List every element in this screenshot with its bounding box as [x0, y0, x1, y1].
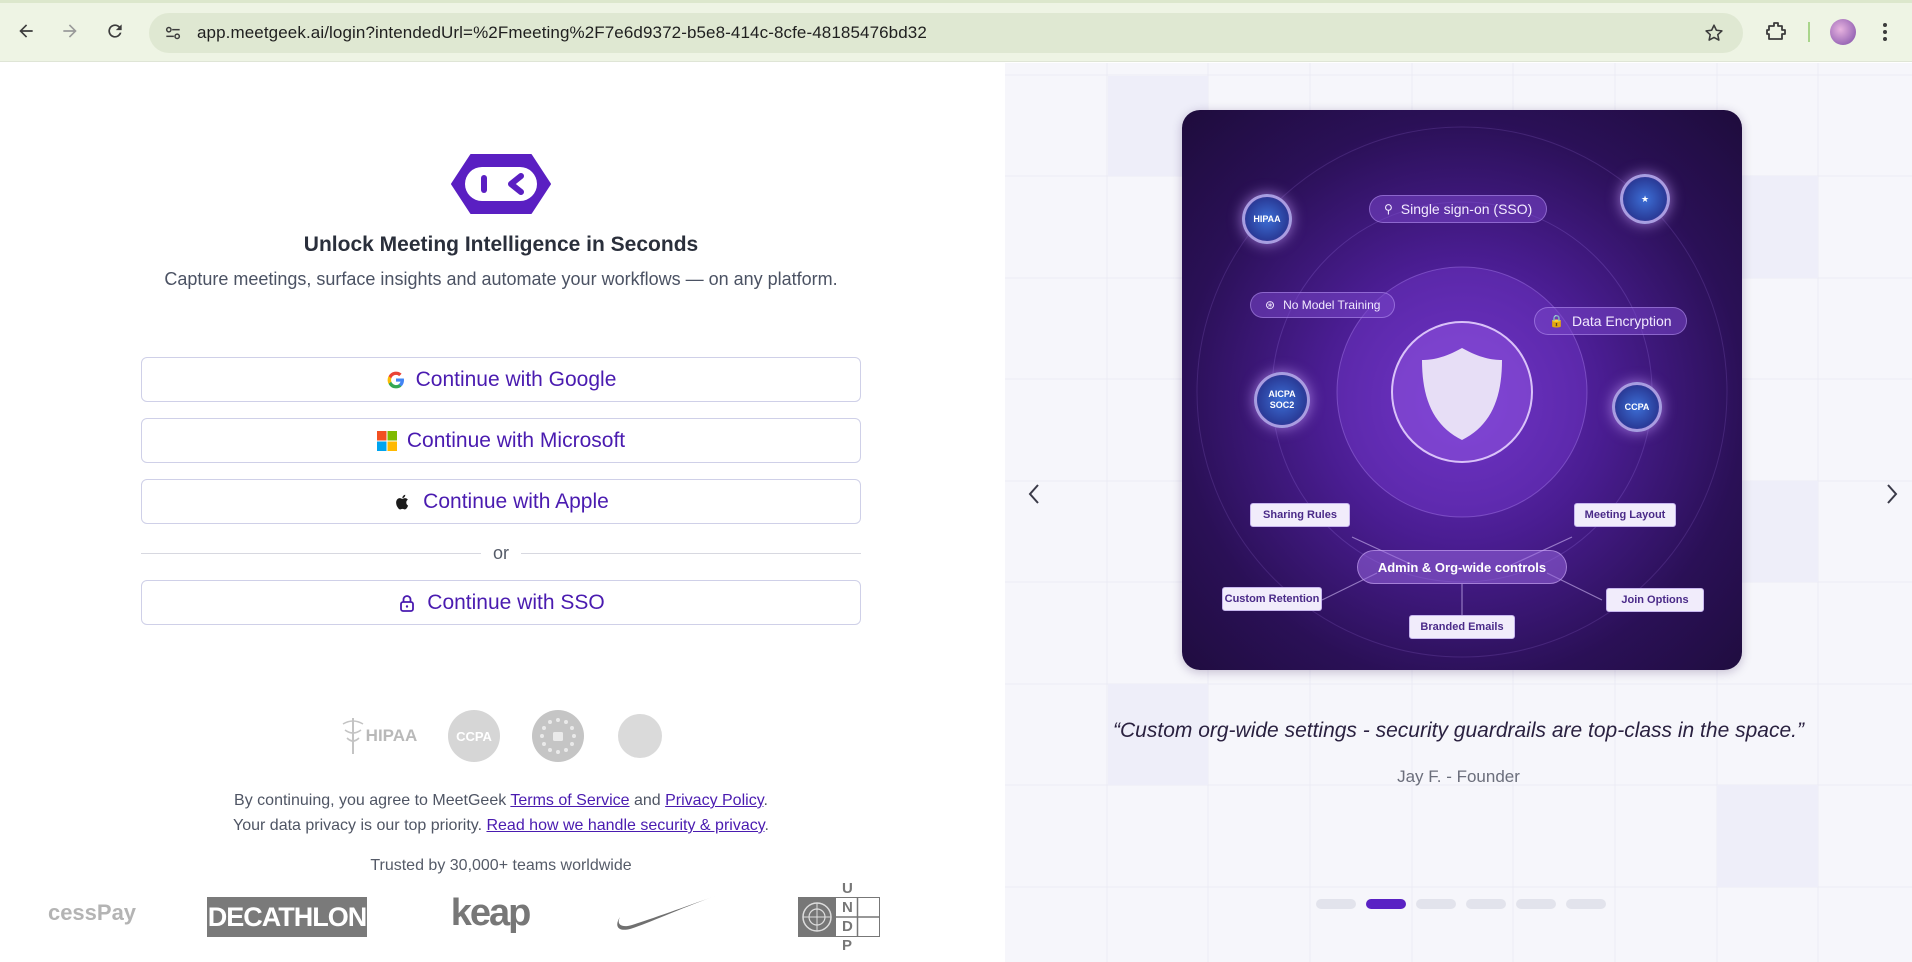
reload-button[interactable] [101, 17, 129, 45]
undp-logo: U N D P [798, 880, 880, 954]
carousel-dot[interactable] [1416, 899, 1456, 909]
compliance-badges: HIPAA CCPA [336, 710, 666, 764]
continue-with-apple-button[interactable]: Continue with Apple [141, 479, 861, 524]
browser-toolbar: app.meetgeek.ai/login?intendedUrl=%2Fmee… [0, 0, 1912, 62]
sso-pill: ⚲ Single sign-on (SSO) [1369, 195, 1548, 223]
menu-icon[interactable] [1878, 20, 1892, 44]
undp-label: U N D P [842, 880, 863, 954]
gdpr-badge [532, 710, 584, 762]
hipaa-seal: HIPAA [1242, 194, 1292, 244]
keap-logo: keap [450, 891, 532, 934]
custom-retention-tag: Custom Retention [1222, 587, 1322, 611]
continue-with-google-button[interactable]: Continue with Google [141, 357, 861, 402]
carousel-prev-button[interactable] [1023, 480, 1045, 508]
accesspay-logo: cessPay [47, 900, 137, 925]
lock-icon [397, 593, 417, 613]
continue-with-apple-label: Continue with Apple [423, 489, 609, 513]
site-info-button[interactable] [155, 15, 191, 51]
data-encryption-pill: 🔒 Data Encryption [1534, 307, 1687, 335]
reload-icon [108, 24, 122, 38]
aicpa-soc2-seal: AICPA SOC2 [1254, 372, 1310, 428]
page-subtitle: Capture meetings, surface insights and a… [164, 269, 838, 289]
gdpr-seal-icon: ★ [1620, 174, 1670, 224]
customer-logos: cessPay DECATHLON keap U N D P [0, 880, 1005, 954]
caduceus-icon [342, 718, 364, 754]
tab-strip [0, 0, 1912, 3]
carousel-dot[interactable] [1516, 899, 1556, 909]
toolbar-divider [1808, 22, 1810, 42]
legal-notice: By continuing, you agree to MeetGeek Ter… [0, 788, 1002, 838]
carousel-dot[interactable] [1566, 899, 1606, 909]
nike-swoosh-icon [617, 895, 718, 930]
carousel-dot[interactable] [1316, 899, 1356, 909]
terms-of-service-link[interactable]: Terms of Service [510, 792, 629, 809]
testimonial-carousel: ⚲ Single sign-on (SSO) ⊛ No Model Training… [1005, 63, 1912, 962]
key-icon: ⚲ [1384, 202, 1393, 216]
ccpa-label: CCPA [456, 728, 492, 744]
page-title: Unlock Meeting Intelligence in Seconds [303, 233, 699, 256]
trusted-by-text: Trusted by 30,000+ teams worldwide [370, 857, 632, 874]
apple-icon [393, 492, 413, 512]
nodes-icon: ⊛ [1265, 298, 1276, 312]
no-model-training-pill: ⊛ No Model Training [1250, 292, 1396, 318]
microsoft-icon [376, 430, 397, 451]
testimonial-author: Jay F. - Founder [1397, 767, 1520, 786]
meetgeek-logo-icon [451, 154, 551, 214]
star-icon[interactable] [1703, 22, 1725, 44]
security-illustration-card: ⚲ Single sign-on (SSO) ⊛ No Model Training… [1182, 110, 1742, 670]
url-text[interactable]: app.meetgeek.ai/login?intendedUrl=%2Fmee… [197, 23, 927, 43]
meeting-layout-tag: Meeting Layout [1574, 503, 1676, 527]
or-divider: or [141, 543, 861, 563]
login-panel: Unlock Meeting Intelligence in Seconds C… [0, 63, 1005, 962]
soc2-badge [618, 714, 662, 758]
continue-with-sso-label: Continue with SSO [427, 590, 605, 614]
google-icon [386, 370, 406, 390]
admin-controls-pill: Admin & Org-wide controls [1357, 550, 1567, 584]
hipaa-label: HIPAA [365, 726, 418, 745]
forward-icon [63, 24, 77, 38]
chevron-right-icon [1887, 484, 1898, 504]
join-options-tag: Join Options [1606, 588, 1704, 612]
decathlon-logo: DECATHLON [207, 897, 367, 937]
continue-with-microsoft-button[interactable]: Continue with Microsoft [141, 418, 861, 463]
sharing-rules-tag: Sharing Rules [1250, 503, 1350, 527]
privacy-policy-link[interactable]: Privacy Policy [665, 792, 763, 809]
testimonial-quote: “Custom org-wide settings - security gua… [1113, 719, 1804, 742]
eu-stars-icon [540, 718, 576, 754]
branded-emails-tag: Branded Emails [1409, 615, 1515, 639]
carousel-dot[interactable] [1466, 899, 1506, 909]
chevron-left-icon [1028, 484, 1039, 504]
carousel-pagination [1316, 899, 1616, 909]
address-bar[interactable]: app.meetgeek.ai/login?intendedUrl=%2Fmee… [149, 13, 1743, 53]
security-privacy-link[interactable]: Read how we handle security & privacy [486, 817, 764, 834]
carousel-next-button[interactable] [1881, 480, 1903, 508]
ccpa-badge: CCPA [448, 710, 500, 762]
back-icon [19, 24, 33, 38]
back-button[interactable] [12, 17, 40, 45]
carousel-dot[interactable] [1366, 899, 1406, 909]
nike-logo [612, 891, 722, 935]
legal-line-1: By continuing, you agree to MeetGeek Ter… [234, 792, 768, 809]
continue-with-microsoft-label: Continue with Microsoft [406, 428, 626, 452]
profile-avatar[interactable] [1830, 19, 1856, 45]
lock-small-icon: 🔒 [1549, 314, 1564, 328]
continue-with-sso-button[interactable]: Continue with SSO [141, 580, 861, 625]
extensions-icon[interactable] [1764, 20, 1788, 44]
hipaa-badge: HIPAA [336, 710, 421, 762]
legal-line-2: Your data privacy is our top priority. R… [233, 817, 769, 834]
ccpa-seal: CCPA [1612, 382, 1662, 432]
site-info-icon [165, 26, 181, 40]
continue-with-google-label: Continue with Google [415, 367, 617, 391]
forward-button[interactable] [56, 17, 84, 45]
